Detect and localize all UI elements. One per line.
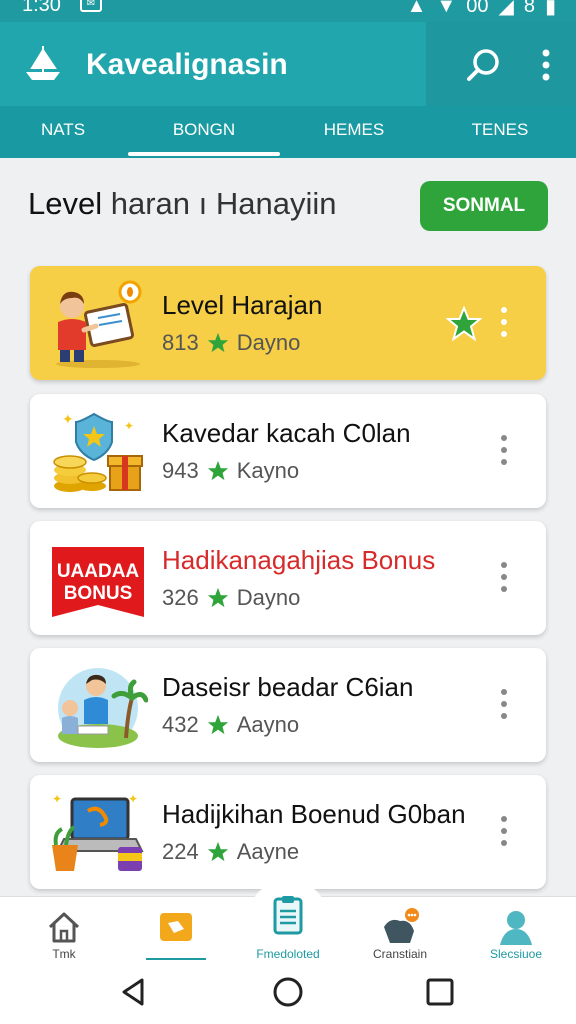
- people-chat-icon: [384, 908, 419, 943]
- profile-icon: [500, 911, 532, 945]
- card-unit: Dayno: [236, 585, 301, 610]
- tab-nats[interactable]: NATS: [10, 106, 116, 158]
- nav-item-offers[interactable]: [146, 897, 206, 961]
- card-title: Hadijkihan Boenud G0ban: [162, 799, 466, 829]
- sync-icon: ▲: [406, 0, 427, 17]
- card-meta: 943 Kayno: [162, 458, 299, 484]
- svg-text:✦: ✦: [62, 412, 74, 428]
- card-count: 943: [162, 458, 199, 483]
- list-item[interactable]: Daseisr beadar C6ian 432 Aayno: [30, 648, 546, 762]
- nav-label: Tmk: [52, 947, 76, 961]
- status-icons: ▲ ▼ 00 ◢ 8 ▮: [407, 0, 556, 19]
- list-item[interactable]: UAADAA BONUS Hadikanagahjias Bonus 326 D…: [30, 521, 546, 635]
- card-title: Level Harajan: [162, 290, 323, 320]
- family-island-icon: [58, 668, 148, 748]
- back-icon[interactable]: [118, 976, 150, 1008]
- status-right-text: 00: [466, 0, 489, 17]
- svg-text:✦: ✦: [128, 792, 138, 806]
- teacher-board-icon: [56, 280, 142, 368]
- tab-tenes[interactable]: TENES: [440, 106, 560, 158]
- app-title: Kavealignasin: [86, 48, 288, 81]
- svg-text:BONUS: BONUS: [64, 583, 133, 604]
- svg-text:✦: ✦: [124, 419, 134, 433]
- coins-shield-icon: ✦ ✦: [53, 412, 143, 492]
- card-title: Hadikanagahjias Bonus: [162, 545, 436, 575]
- card-unit: Kayno: [236, 458, 300, 483]
- more-vert-icon[interactable]: [534, 48, 558, 82]
- nav-item-clipboard[interactable]: Fmedoloted: [238, 896, 338, 961]
- card-unit: Aayno: [236, 712, 300, 737]
- status-time: 1:30: [22, 0, 61, 16]
- nav-item-home[interactable]: Tmk: [14, 897, 114, 961]
- card-title: Daseisr beadar C6ian: [162, 672, 414, 702]
- system-navigation: [0, 960, 576, 1024]
- clipboard-icon: [273, 896, 303, 935]
- more-vert-icon[interactable]: [496, 815, 512, 847]
- card-meta: 224 Aayne: [162, 839, 299, 865]
- offers-icon: [160, 913, 192, 941]
- star-icon: [207, 587, 228, 608]
- card-title: Kavedar kacah C0lan: [162, 418, 411, 448]
- search-icon[interactable]: [464, 46, 504, 86]
- card-unit: Aayne: [236, 839, 300, 864]
- battery-icon: ▮: [544, 0, 556, 18]
- more-vert-icon[interactable]: [496, 434, 512, 466]
- tab-bongn[interactable]: BONGN: [128, 106, 280, 158]
- nav-item-profile[interactable]: Slecsiuoe: [466, 897, 566, 961]
- page-heading: Level haran ı Hanayiin: [28, 186, 337, 221]
- card-count: 224: [162, 839, 199, 864]
- sailboat-icon: [26, 46, 60, 80]
- active-tab-indicator: [128, 152, 280, 156]
- nav-item-community[interactable]: Cranstiain: [350, 897, 450, 961]
- card-count: 813: [162, 330, 199, 355]
- favorite-star-icon[interactable]: [446, 306, 482, 342]
- card-count: 432: [162, 712, 199, 737]
- list-item[interactable]: Level Harajan 813 Dayno: [30, 266, 546, 380]
- bottom-navigation: Tmk Fmedoloted Cranstiain Slecsiuoe: [0, 883, 576, 961]
- sonmal-button[interactable]: SONMAL: [420, 181, 548, 231]
- home-circle-icon[interactable]: [272, 976, 304, 1008]
- card-meta: 813 Dayno: [162, 330, 300, 356]
- star-icon: [207, 460, 228, 481]
- wifi-icon: ▼: [436, 0, 457, 17]
- battery-level: 8: [523, 0, 535, 17]
- list-item[interactable]: ✦ ✦ Kavedar kacah C0lan 943 Kayno: [30, 394, 546, 508]
- more-vert-icon[interactable]: [496, 306, 512, 338]
- status-bar: 1:30 ✉ ▲ ▼ 00 ◢ 8 ▮: [0, 0, 576, 22]
- card-unit: Dayno: [236, 330, 301, 355]
- tab-bar: NATS BONGN HEMES TENES: [0, 106, 576, 158]
- star-icon: [207, 332, 228, 353]
- laptop-gifts-icon: ✦ ✦: [52, 792, 144, 871]
- recents-icon[interactable]: [424, 976, 456, 1008]
- svg-text:UAADAA: UAADAA: [57, 561, 140, 582]
- star-icon: [207, 714, 228, 735]
- home-icon: [48, 912, 80, 943]
- tab-hemes[interactable]: HEMES: [300, 106, 408, 158]
- more-vert-icon[interactable]: [496, 688, 512, 720]
- card-count: 326: [162, 585, 199, 610]
- app-bar: Kavealignasin: [0, 22, 576, 106]
- star-icon: [207, 841, 228, 862]
- bonus-banner-icon: UAADAA BONUS: [52, 547, 144, 617]
- list-item[interactable]: ✦ ✦ Hadijkihan Boenud G0ban 224 Aayne: [30, 775, 546, 889]
- card-meta: 432 Aayno: [162, 712, 299, 738]
- nav-label: Fmedoloted: [256, 947, 320, 961]
- notification-icon: ✉: [80, 0, 102, 12]
- svg-text:✦: ✦: [52, 792, 62, 806]
- nav-label: Slecsiuoe: [489, 947, 543, 961]
- signal-icon: ◢: [498, 0, 514, 18]
- more-vert-icon[interactable]: [496, 561, 512, 593]
- nav-label: Cranstiain: [372, 947, 428, 961]
- card-meta: 326 Dayno: [162, 585, 300, 611]
